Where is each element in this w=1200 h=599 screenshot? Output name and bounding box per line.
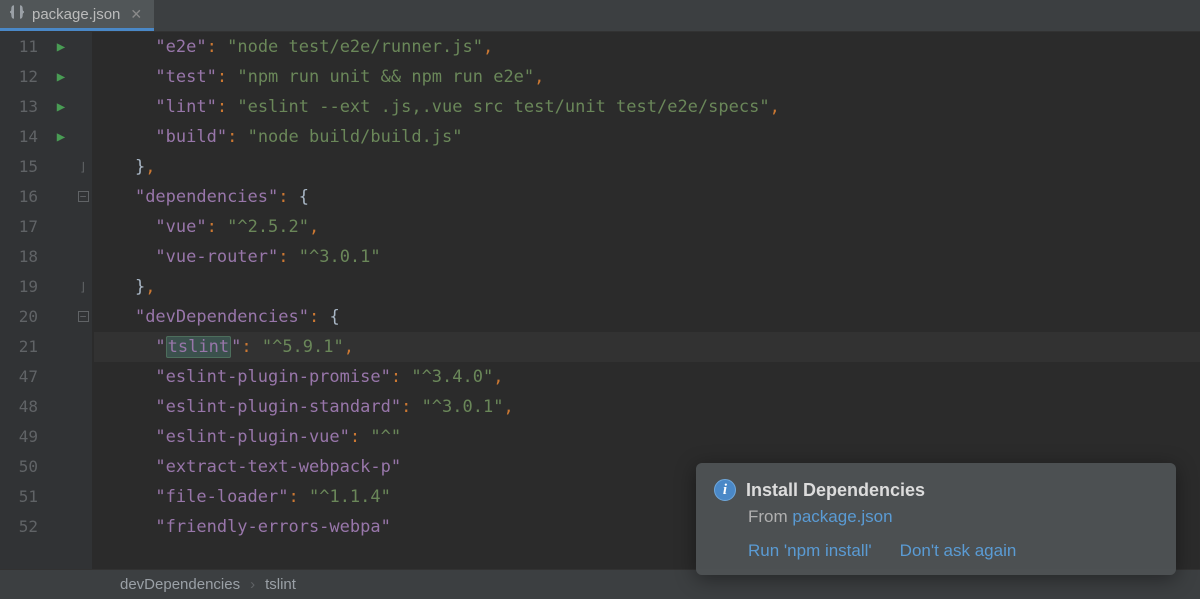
code-line[interactable]: }, [94, 152, 1200, 182]
close-tab-icon[interactable]: ✕ [130, 6, 142, 23]
dont-ask-again-link[interactable]: Don't ask again [900, 541, 1017, 561]
json-file-icon [8, 3, 26, 25]
code-line[interactable]: "vue-router": "^3.0.1" [94, 242, 1200, 272]
chevron-right-icon: › [250, 576, 255, 593]
notification-title: Install Dependencies [746, 480, 925, 501]
run-icon[interactable]: ▶ [48, 122, 74, 152]
code-line[interactable]: "e2e": "node test/e2e/runner.js", [94, 32, 1200, 62]
file-tab-package-json[interactable]: package.json ✕ [0, 0, 154, 31]
run-npm-install-link[interactable]: Run 'npm install' [748, 541, 872, 561]
run-gutter: ▶▶▶▶ [48, 32, 74, 569]
breadcrumb-item[interactable]: devDependencies [120, 576, 240, 593]
notification-from-prefix: From [748, 507, 792, 526]
info-icon: i [714, 479, 736, 501]
fold-gutter: ⌋ − ⌋ − [74, 32, 92, 569]
code-line[interactable]: "vue": "^2.5.2", [94, 212, 1200, 242]
code-line[interactable]: "eslint-plugin-promise": "^3.4.0", [94, 362, 1200, 392]
run-icon[interactable]: ▶ [48, 62, 74, 92]
tab-filename: package.json [32, 6, 120, 23]
breadcrumb-item[interactable]: tslint [265, 576, 296, 593]
code-line[interactable]: }, [94, 272, 1200, 302]
fold-end-icon: ⌋ [79, 160, 86, 174]
code-line[interactable]: "dependencies": { [94, 182, 1200, 212]
fold-toggle-icon[interactable]: − [78, 191, 89, 202]
code-line[interactable]: "test": "npm run unit && npm run e2e", [94, 62, 1200, 92]
code-line[interactable]: "eslint-plugin-vue": "^" [94, 422, 1200, 452]
notification-from-file[interactable]: package.json [792, 507, 892, 526]
code-line[interactable]: "lint": "eslint --ext .js,.vue src test/… [94, 92, 1200, 122]
notification-body: From package.json [748, 507, 1158, 527]
tab-bar: package.json ✕ [0, 0, 1200, 32]
fold-end-icon: ⌋ [79, 280, 86, 294]
code-line[interactable]: "devDependencies": { [94, 302, 1200, 332]
run-icon[interactable]: ▶ [48, 32, 74, 62]
fold-toggle-icon[interactable]: − [78, 311, 89, 322]
code-line[interactable]: "tslint": "^5.9.1", [94, 332, 1200, 362]
code-line[interactable]: "eslint-plugin-standard": "^3.0.1", [94, 392, 1200, 422]
code-line[interactable]: "build": "node build/build.js" [94, 122, 1200, 152]
run-icon[interactable]: ▶ [48, 92, 74, 122]
install-dependencies-notification: i Install Dependencies From package.json… [696, 463, 1176, 575]
line-number-gutter: 1112131415161718192021474849505152 [0, 32, 48, 569]
